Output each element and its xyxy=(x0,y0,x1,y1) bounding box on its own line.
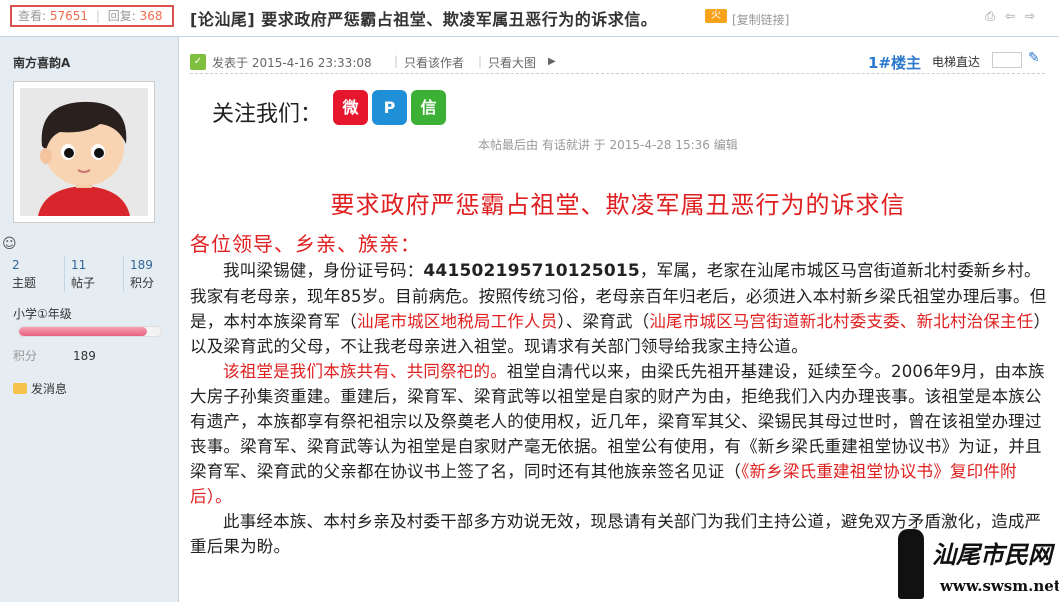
tencent-weibo-icon[interactable]: P xyxy=(372,90,407,125)
weibo-icon[interactable]: 微 xyxy=(333,90,368,125)
floor-number[interactable]: 1#楼主 xyxy=(868,52,921,73)
paragraph-2: 该祖堂是我们本族共有、共同祭祀的。祖堂自清代以来，由梁氏先祖开基建设，延续至今。… xyxy=(190,362,1045,506)
edit-notice: 本帖最后由 有话就讲 于 2015-4-28 15:36 编辑 xyxy=(478,138,738,152)
follow-us-label: 关注我们： xyxy=(212,102,323,127)
thread-title: [论汕尾] 要求政府严惩霸占祖堂、欺凌军属丑恶行为的诉求信。 xyxy=(190,10,658,29)
thread-header: 查看: 57651 | 回复: 368 [论汕尾] 要求政府严惩霸占祖堂、欺凌军… xyxy=(0,0,1059,37)
copy-link[interactable]: [复制链接] xyxy=(732,11,789,28)
social-icons: 微 P 信 xyxy=(333,90,446,125)
paragraph-1: 我叫梁锡健，身份证号码：441502195710125015，军属，老家在汕尾市… xyxy=(190,261,1047,356)
print-icon[interactable]: ⎙ xyxy=(983,9,997,23)
silhouette-figure-icon xyxy=(898,529,924,599)
topics-stat[interactable]: 2 主题 xyxy=(12,256,64,292)
floor-jump-input[interactable] xyxy=(992,52,1022,68)
letter-greeting: 各位领导、乡亲、族亲： xyxy=(190,232,421,256)
camera-icon: ☺ xyxy=(2,236,17,252)
online-status-icon: ✓ xyxy=(190,54,206,70)
site-watermark: 汕尾市民网 www.swsm.net xyxy=(892,527,1059,602)
big-image-link[interactable]: 只看大图 xyxy=(488,54,536,71)
wechat-icon[interactable]: 信 xyxy=(411,90,446,125)
credits-stat[interactable]: 189 积分 xyxy=(123,256,182,292)
view-reply-stats: 查看: 57651 | 回复: 368 xyxy=(10,5,174,27)
send-message-link[interactable]: 发消息 xyxy=(13,380,67,397)
post-body: 我叫梁锡健，身份证号码：441502195710125015，军属，老家在汕尾市… xyxy=(190,258,1050,559)
letter-title: 要求政府严惩霸占祖堂、欺凌军属丑恶行为的诉求信 xyxy=(330,191,906,219)
level-progress-fill xyxy=(19,327,147,336)
reply-count: 368 xyxy=(139,9,163,23)
author-stats: 2 主题 11 帖子 189 积分 xyxy=(12,256,182,292)
user-level[interactable]: 小学①年级 xyxy=(13,305,72,322)
points-row: 积分 189 xyxy=(13,349,96,363)
author-sidebar: 南方喜韵A ☺ 2 主题 11 帖子 189 积分 小学①年级 积分 189 发… xyxy=(0,37,179,602)
posts-stat[interactable]: 11 帖子 xyxy=(64,256,123,292)
hot-badge-icon: 火 xyxy=(705,9,727,23)
author-name[interactable]: 南方喜韵A xyxy=(13,54,70,71)
edit-pen-icon[interactable]: ✎ xyxy=(1028,50,1040,66)
level-progress-bar xyxy=(18,326,162,337)
prev-icon[interactable]: ⇦ xyxy=(1003,9,1017,23)
envelope-icon xyxy=(13,383,27,394)
thread-tools: ⎙ ⇦ ⇨ xyxy=(983,9,1037,23)
only-author-link[interactable]: 只看该作者 xyxy=(404,54,464,71)
post-date: 发表于 2015-4-16 23:33:08 xyxy=(212,56,372,70)
caret-right-icon: ▶ xyxy=(548,56,556,67)
next-icon[interactable]: ⇨ xyxy=(1023,9,1037,23)
view-count: 57651 xyxy=(49,9,89,23)
lift-label: 电梯直达 xyxy=(932,55,981,69)
